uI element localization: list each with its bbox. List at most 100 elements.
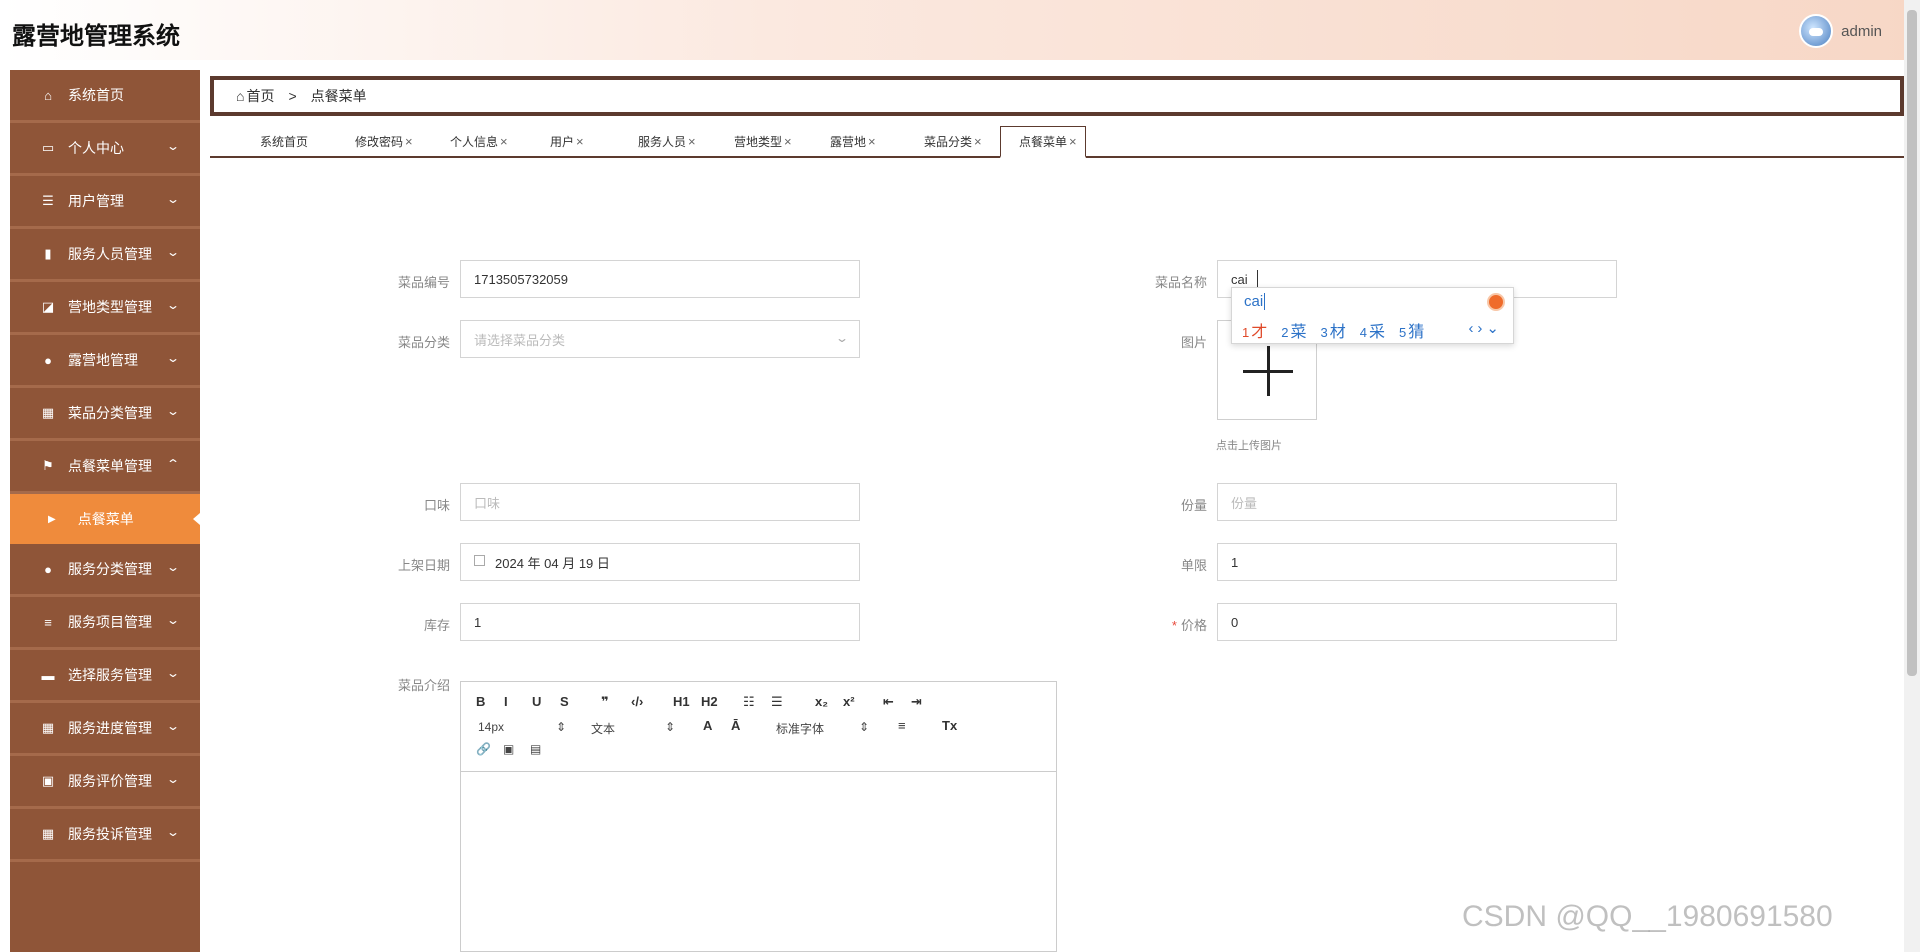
date-picker[interactable]: 2024 年 04 月 19 日 — [460, 543, 860, 581]
category-select[interactable]: 请选择菜品分类 ⌄ — [460, 320, 860, 358]
close-icon[interactable]: × — [1069, 134, 1077, 149]
close-icon[interactable]: × — [405, 134, 413, 149]
sidebar-item-服务评价管理[interactable]: ▣ 服务评价管理 ⌄ — [10, 756, 200, 809]
stock-input[interactable]: 1 — [460, 603, 860, 641]
sidebar-item-系统首页[interactable]: ⌂ 系统首页 — [10, 70, 200, 123]
ime-candidate[interactable]: 3材 — [1321, 318, 1346, 342]
ime-candidate[interactable]: 1才 — [1242, 318, 1267, 342]
text-cursor-icon — [1257, 270, 1265, 288]
tab-用户[interactable]: 用户 × — [550, 126, 584, 157]
caret-right-icon: ▶ — [48, 513, 56, 525]
tab-服务人员[interactable]: 服务人员 × — [638, 126, 696, 157]
line-chart-icon: ◪ — [41, 299, 55, 314]
close-icon[interactable]: × — [974, 134, 982, 149]
close-icon[interactable]: × — [576, 134, 584, 149]
sidebar-subitem-点餐菜单[interactable]: ▶ 点餐菜单 — [10, 494, 200, 544]
h2-icon[interactable]: H2 — [701, 694, 718, 709]
price-label: * 价格 — [1097, 615, 1207, 634]
grid-icon: ▦ — [41, 826, 55, 841]
video-icon[interactable]: ▤ — [530, 742, 541, 756]
price-label-text: 价格 — [1180, 618, 1207, 633]
sidebar-item-用户管理[interactable]: ☰ 用户管理 ⌄ — [10, 176, 200, 229]
bullet-list-icon[interactable]: ☰ — [771, 694, 783, 710]
code-input[interactable]: 1713505732059 — [460, 260, 860, 298]
underline-icon[interactable]: U — [532, 694, 541, 709]
tab-营地类型[interactable]: 营地类型 × — [734, 126, 792, 157]
tab-点餐菜单[interactable]: 点餐菜单 × — [1000, 126, 1086, 158]
sidebar-item-服务分类管理[interactable]: ● 服务分类管理 ⌄ — [10, 544, 200, 597]
font-family-select[interactable]: 标准字体 — [776, 720, 824, 737]
tab-label: 用户 — [550, 135, 575, 149]
tab-label: 菜品分类 — [924, 135, 973, 149]
sidebar-item-label: 点餐菜单管理 — [68, 458, 152, 474]
code-icon[interactable]: ‹/› — [631, 694, 643, 709]
chevron-down-icon: ⌄ — [165, 719, 181, 733]
scrollbar-thumb[interactable] — [1907, 10, 1917, 676]
outdent-icon[interactable]: ⇤ — [883, 694, 894, 710]
sidebar-item-露营地管理[interactable]: ● 露营地管理 ⌄ — [10, 335, 200, 388]
tab-修改密码[interactable]: 修改密码 × — [355, 126, 413, 157]
bold-icon[interactable]: B — [476, 694, 485, 709]
image-icon[interactable]: ▣ — [503, 742, 514, 756]
sidebar-item-服务投诉管理[interactable]: ▦ 服务投诉管理 ⌄ — [10, 809, 200, 862]
chevron-up-icon: ⌃ — [165, 457, 181, 471]
taste-input[interactable]: 口味 — [460, 483, 860, 521]
sidebar-item-个人中心[interactable]: ▭ 个人中心 ⌄ — [10, 123, 200, 176]
quote-icon[interactable]: ❞ — [601, 694, 609, 710]
strike-icon[interactable]: S — [560, 694, 569, 709]
clear-format-icon[interactable]: Tx — [942, 718, 957, 733]
sidebar: ⌂ 系统首页 ▭ 个人中心 ⌄ ☰ 用户管理 ⌄ ▮ 服务人员管理 ⌄ ◪ 营地类型管理 ⌄ ● 露营地管理 ⌄… — [10, 70, 200, 952]
sidebar-item-选择服务管理[interactable]: ▬ 选择服务管理 ⌄ — [10, 650, 200, 703]
home-icon[interactable]: ⌂ — [236, 88, 244, 104]
font-size-select[interactable]: 14px — [478, 720, 504, 734]
code-label: 菜品编号 — [397, 275, 450, 290]
close-icon[interactable]: × — [688, 134, 696, 149]
intro-label: 菜品介绍 — [397, 678, 450, 693]
ordered-list-icon[interactable]: ☷ — [743, 694, 755, 710]
close-icon[interactable]: × — [784, 134, 792, 149]
sidebar-item-label: 个人中心 — [68, 140, 124, 156]
sidebar-item-营地类型管理[interactable]: ◪ 营地类型管理 ⌄ — [10, 282, 200, 335]
avatar[interactable] — [1799, 14, 1834, 48]
tab-菜品分类[interactable]: 菜品分类 × — [924, 126, 982, 157]
sidebar-item-服务人员管理[interactable]: ▮ 服务人员管理 ⌄ — [10, 229, 200, 282]
tab-label: 修改密码 — [355, 135, 404, 149]
sliders-icon: ☰ — [42, 193, 54, 208]
indent-icon[interactable]: ⇥ — [911, 694, 922, 710]
link-icon[interactable]: 🔗 — [476, 742, 491, 756]
sidebar-item-服务进度管理[interactable]: ▦ 服务进度管理 ⌄ — [10, 703, 200, 756]
tab-系统首页[interactable]: 系统首页 — [260, 126, 308, 157]
sidebar-item-菜品分类管理[interactable]: ▦ 菜品分类管理 ⌄ — [10, 388, 200, 441]
sidebar-item-服务项目管理[interactable]: ≡ 服务项目管理 ⌄ — [10, 597, 200, 650]
background-color-icon[interactable]: Ā — [731, 718, 740, 733]
breadcrumb-home[interactable]: 首页 — [246, 86, 274, 106]
portion-input[interactable]: 份量 — [1217, 483, 1617, 521]
format-select[interactable]: 文本 — [591, 720, 615, 737]
h1-icon[interactable]: H1 — [673, 694, 690, 709]
close-icon[interactable]: × — [868, 134, 876, 149]
price-input[interactable]: 0 — [1217, 603, 1617, 641]
limit-input[interactable]: 1 — [1217, 543, 1617, 581]
font-color-icon[interactable]: A — [703, 718, 712, 733]
page-scrollbar[interactable] — [1904, 0, 1920, 952]
user-menu[interactable]: admin — [1799, 14, 1882, 48]
ime-nav-icon[interactable]: ‹›⌄ — [1468, 319, 1503, 337]
subscript-icon[interactable]: x₂ — [815, 694, 828, 709]
ime-candidate[interactable]: 2菜 — [1281, 318, 1306, 342]
chevron-down-icon: ⌄ — [165, 613, 181, 627]
align-icon[interactable]: ≡ — [898, 718, 906, 733]
italic-icon[interactable]: I — [504, 694, 508, 709]
username[interactable]: admin — [1841, 23, 1882, 40]
editor-content[interactable] — [461, 772, 1056, 952]
sidebar-item-点餐菜单管理[interactable]: ⚑ 点餐菜单管理 ⌃ — [10, 441, 200, 494]
breadcrumb-separator: > — [288, 88, 297, 104]
tab-个人信息[interactable]: 个人信息 × — [450, 126, 508, 157]
superscript-icon[interactable]: x² — [843, 694, 855, 709]
ime-candidate[interactable]: 4采 — [1360, 318, 1385, 342]
ime-candidate[interactable]: 5猜 — [1399, 318, 1424, 342]
date-value: 2024 年 04 月 19 日 — [495, 555, 610, 571]
tab-露营地[interactable]: 露营地 × — [830, 126, 876, 157]
close-icon[interactable]: × — [500, 134, 508, 149]
ime-composition: cai — [1244, 293, 1266, 310]
portion-label: 份量 — [1180, 498, 1207, 513]
